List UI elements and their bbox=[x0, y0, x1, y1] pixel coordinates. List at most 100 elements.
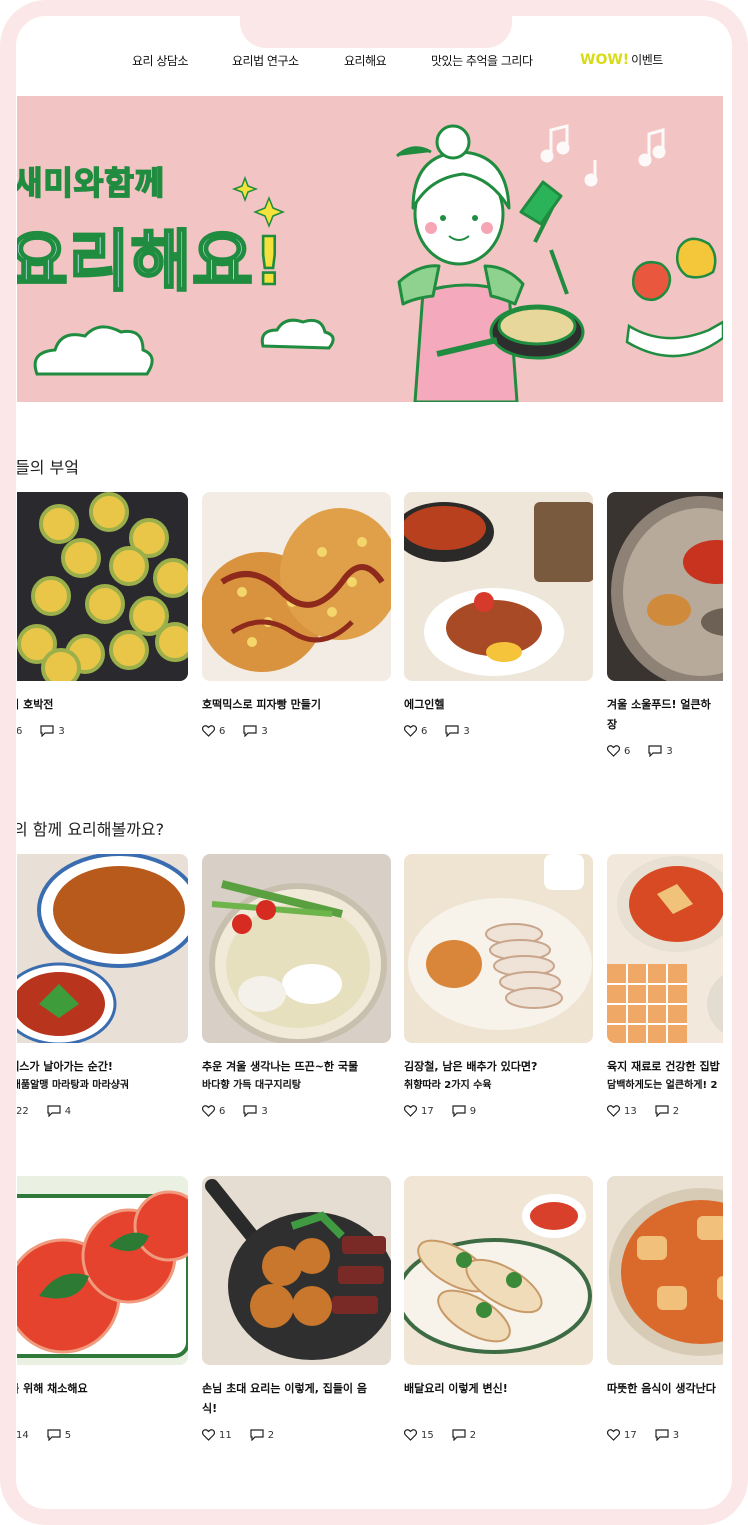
recipe-card[interactable]: 겨울 소울푸드! 얼큰하 장 6 3 bbox=[607, 492, 723, 757]
like-count: 15 bbox=[421, 1429, 434, 1441]
card-title: 육지 재료로 건강한 집밥 bbox=[607, 1060, 720, 1073]
comment-button[interactable]: 2 bbox=[655, 1105, 679, 1117]
hero-banner[interactable]: 새미와함께 요리해요! bbox=[17, 96, 723, 402]
pan-roast-image[interactable] bbox=[202, 1176, 391, 1365]
comment-button[interactable]: 3 bbox=[40, 725, 65, 737]
recipe-card[interactable]: 배달요리 이렇게 변신! 15 2 bbox=[404, 1176, 593, 1441]
nav-event-label: 이벤트 bbox=[631, 53, 663, 67]
comment-button[interactable]: 3 bbox=[648, 745, 673, 757]
nav-item-memories[interactable]: 맛있는 추억을 그리다 bbox=[431, 52, 533, 69]
comment-button[interactable]: 3 bbox=[445, 725, 470, 737]
like-button[interactable]: 6 bbox=[202, 1105, 225, 1117]
like-count: 6 bbox=[624, 745, 631, 757]
comment-button[interactable]: 2 bbox=[452, 1429, 476, 1441]
device-notch bbox=[240, 0, 512, 48]
recipe-card[interactable]: 따뜻한 음식이 생각난다 17 3 bbox=[607, 1176, 723, 1441]
stew-image[interactable] bbox=[607, 854, 723, 1043]
like-count: 6 bbox=[421, 725, 428, 737]
like-button[interactable]: 15 bbox=[404, 1429, 434, 1441]
like-button[interactable]: 11 bbox=[202, 1429, 232, 1441]
comment-button[interactable]: 9 bbox=[452, 1105, 476, 1117]
recipe-card[interactable]: 육지 재료로 건강한 집밥 담백하게도는 얼큰하게! 2 13 2 bbox=[607, 854, 723, 1117]
comment-button[interactable]: 3 bbox=[655, 1429, 679, 1441]
card-subtitle: 담백하게도는 얼큰하게! 2 bbox=[607, 1080, 718, 1091]
comment-icon bbox=[452, 1105, 466, 1117]
comment-icon bbox=[445, 725, 459, 737]
like-button[interactable]: 6 bbox=[17, 725, 22, 737]
recipe-card[interactable]: 손님 초대 요리는 이렇게, 집들이 음 식! 11 2 bbox=[202, 1176, 391, 1441]
card-title: 김장철, 남은 배추가 있다면? bbox=[404, 1060, 538, 1073]
wraps-image[interactable] bbox=[404, 1176, 593, 1365]
comment-count: 3 bbox=[261, 725, 268, 737]
tomato-salad-image[interactable] bbox=[17, 1176, 188, 1365]
heart-icon bbox=[202, 1105, 215, 1117]
malatang-image[interactable] bbox=[17, 854, 188, 1043]
card-title: 배달요리 이렇게 변신! bbox=[404, 1382, 508, 1395]
comment-button[interactable]: 3 bbox=[243, 1105, 268, 1117]
comment-button[interactable]: 3 bbox=[243, 725, 268, 737]
like-button[interactable]: 13 bbox=[607, 1105, 637, 1117]
like-count: 17 bbox=[421, 1105, 434, 1117]
like-button[interactable]: 6 bbox=[607, 745, 630, 757]
nav-item-consult[interactable]: 요리 상담소 bbox=[132, 52, 189, 69]
nav-item-lab[interactable]: 요리법 연구소 bbox=[232, 52, 299, 69]
pizza-bread-image[interactable] bbox=[202, 492, 391, 681]
comment-count: 3 bbox=[463, 725, 470, 737]
card-title: 토메스가 날아가는 순간! bbox=[17, 1060, 113, 1073]
nav-item-event[interactable]: WOW! 이벤트 bbox=[580, 51, 663, 68]
heart-icon bbox=[404, 725, 417, 737]
boiled-pork-image[interactable] bbox=[404, 854, 593, 1043]
like-count: 14 bbox=[17, 1429, 29, 1441]
like-count: 11 bbox=[219, 1429, 232, 1441]
zucchini-pancake-image[interactable] bbox=[17, 492, 188, 681]
comment-icon bbox=[243, 1105, 257, 1117]
like-count: 22 bbox=[17, 1105, 29, 1117]
comment-button[interactable]: 5 bbox=[47, 1429, 71, 1441]
like-button[interactable]: 6 bbox=[202, 725, 225, 737]
card-title: 따뜻한 음식이 생각난다 bbox=[607, 1382, 716, 1395]
card-title: 들이 호박전 bbox=[17, 698, 54, 711]
banner-line1: 새미와함께 bbox=[17, 163, 166, 203]
comment-count: 2 bbox=[672, 1105, 680, 1117]
nav-item-cooking[interactable]: 요리해요 bbox=[344, 52, 387, 69]
heart-icon bbox=[607, 745, 620, 757]
banner-line2: 요리해요! bbox=[17, 208, 285, 304]
card-meta: 14 5 bbox=[17, 1429, 188, 1441]
soup-spices-image[interactable] bbox=[607, 492, 723, 681]
heart-icon bbox=[607, 1429, 620, 1441]
recipe-card[interactable]: 김장철, 남은 배추가 있다면? 취향따라 2가지 수육 17 9 bbox=[404, 854, 593, 1117]
recipe-card[interactable]: 주를 위해 채소해요 14 5 bbox=[17, 1176, 188, 1441]
card-title-line2: 식! bbox=[202, 1402, 218, 1415]
heart-icon bbox=[404, 1429, 417, 1441]
recipe-card[interactable]: 호떡믹스로 피자빵 만들기 6 3 bbox=[202, 492, 391, 737]
recipe-card[interactable]: 에그인헬 6 3 bbox=[404, 492, 593, 737]
comment-button[interactable]: 4 bbox=[47, 1105, 71, 1117]
heart-icon bbox=[202, 725, 215, 737]
card-meta: 6 3 bbox=[404, 725, 593, 737]
braised-stew-image[interactable] bbox=[607, 1176, 723, 1365]
like-button[interactable]: 22 bbox=[17, 1105, 29, 1117]
comment-icon bbox=[655, 1429, 669, 1441]
card-title: 손님 초대 요리는 이렇게, 집들이 음 bbox=[202, 1382, 368, 1395]
recipe-card[interactable]: 들이 호박전 6 3 bbox=[17, 492, 188, 737]
like-count: 17 bbox=[624, 1429, 637, 1441]
like-button[interactable]: 14 bbox=[17, 1429, 29, 1441]
like-button[interactable]: 17 bbox=[404, 1105, 434, 1117]
comment-icon bbox=[648, 745, 662, 757]
recipe-card[interactable]: 추운 겨울 생각나는 뜨끈~한 국물 바다향 가득 대구지리탕 6 3 bbox=[202, 854, 391, 1117]
card-meta: 6 3 bbox=[607, 745, 723, 757]
card-subtitle: 바다향 가득 대구지리탕 bbox=[202, 1080, 301, 1091]
card-meta: 17 9 bbox=[404, 1105, 593, 1117]
app-screen: 요리 상담소 요리법 연구소 요리해요 맛있는 추억을 그리다 WOW!이벤트 bbox=[17, 14, 723, 1509]
comment-button[interactable]: 2 bbox=[250, 1429, 274, 1441]
like-count: 13 bbox=[624, 1105, 637, 1117]
banner-exclaim: ! bbox=[253, 222, 286, 302]
comment-count: 4 bbox=[64, 1105, 72, 1117]
cod-soup-image[interactable] bbox=[202, 854, 391, 1043]
recipe-card[interactable]: 토메스가 날아가는 순간! 은 배품알맹 마라탕과 마라샹궈 22 4 bbox=[17, 854, 188, 1117]
like-button[interactable]: 17 bbox=[607, 1429, 637, 1441]
comment-icon bbox=[655, 1105, 669, 1117]
like-count: 6 bbox=[219, 725, 226, 737]
egg-in-hell-image[interactable] bbox=[404, 492, 593, 681]
like-button[interactable]: 6 bbox=[404, 725, 427, 737]
